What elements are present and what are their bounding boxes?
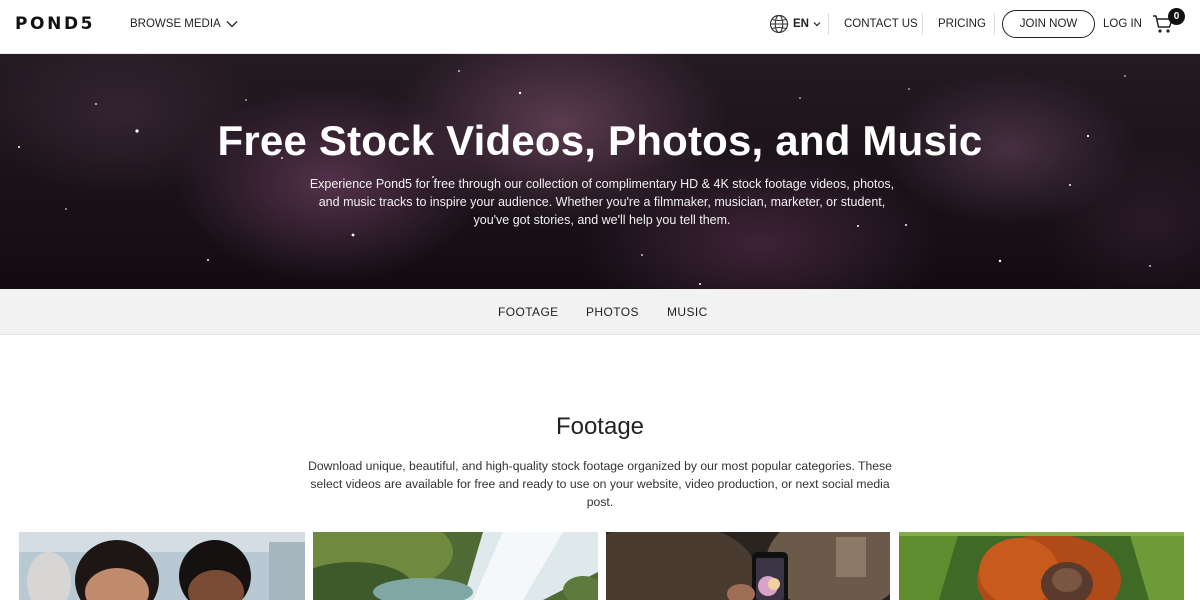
tab-footage[interactable]: FOOTAGE [498, 305, 559, 319]
divider [828, 13, 829, 35]
tab-music[interactable]: MUSIC [667, 305, 708, 319]
chevron-down-icon [813, 22, 821, 27]
chevron-down-icon [226, 20, 238, 27]
tab-photos[interactable]: PHOTOS [586, 305, 639, 319]
divider [922, 13, 923, 35]
thumbnail-image [19, 532, 305, 600]
thumbnail-orangutan[interactable] [899, 532, 1184, 600]
thumbnail-image [606, 532, 890, 600]
thumbnail-phone-in-hand[interactable] [606, 532, 890, 600]
pond5-logo[interactable]: POND5 [15, 14, 95, 34]
media-tabs: FOOTAGE PHOTOS MUSIC [0, 289, 1200, 335]
join-now-button[interactable]: JOIN NOW [1002, 10, 1095, 38]
nebula-background [18, 70, 1151, 285]
hero-banner: Free Stock Videos, Photos, and Music Exp… [0, 54, 1200, 289]
pricing-link[interactable]: PRICING [938, 17, 986, 31]
thumbnail-waterfall[interactable] [313, 532, 598, 600]
thumbnail-image [313, 532, 598, 600]
footage-section-description: Download unique, beautiful, and high-qua… [308, 459, 892, 509]
language-selector[interactable]: EN [769, 13, 821, 35]
language-label: EN [793, 18, 809, 30]
hero-description: Experience Pond5 for free through our co… [309, 177, 895, 227]
contact-us-link[interactable]: CONTACT US [844, 17, 918, 31]
hero-title: Free Stock Videos, Photos, and Music [217, 117, 983, 164]
thumbnail-two-men-smiling[interactable] [19, 532, 305, 600]
footage-section-title: Footage [555, 413, 645, 440]
divider [994, 13, 995, 35]
browse-media-menu[interactable]: BROWSE MEDIA [130, 17, 238, 31]
cart-count-badge: 0 [1168, 8, 1185, 25]
site-header: POND5 BROWSE MEDIA EN CONTACT US PRICING… [0, 0, 1200, 54]
log-in-link[interactable]: LOG IN [1103, 17, 1142, 31]
globe-icon [769, 14, 789, 34]
browse-media-label: BROWSE MEDIA [130, 18, 221, 30]
thumbnail-image [899, 532, 1184, 600]
